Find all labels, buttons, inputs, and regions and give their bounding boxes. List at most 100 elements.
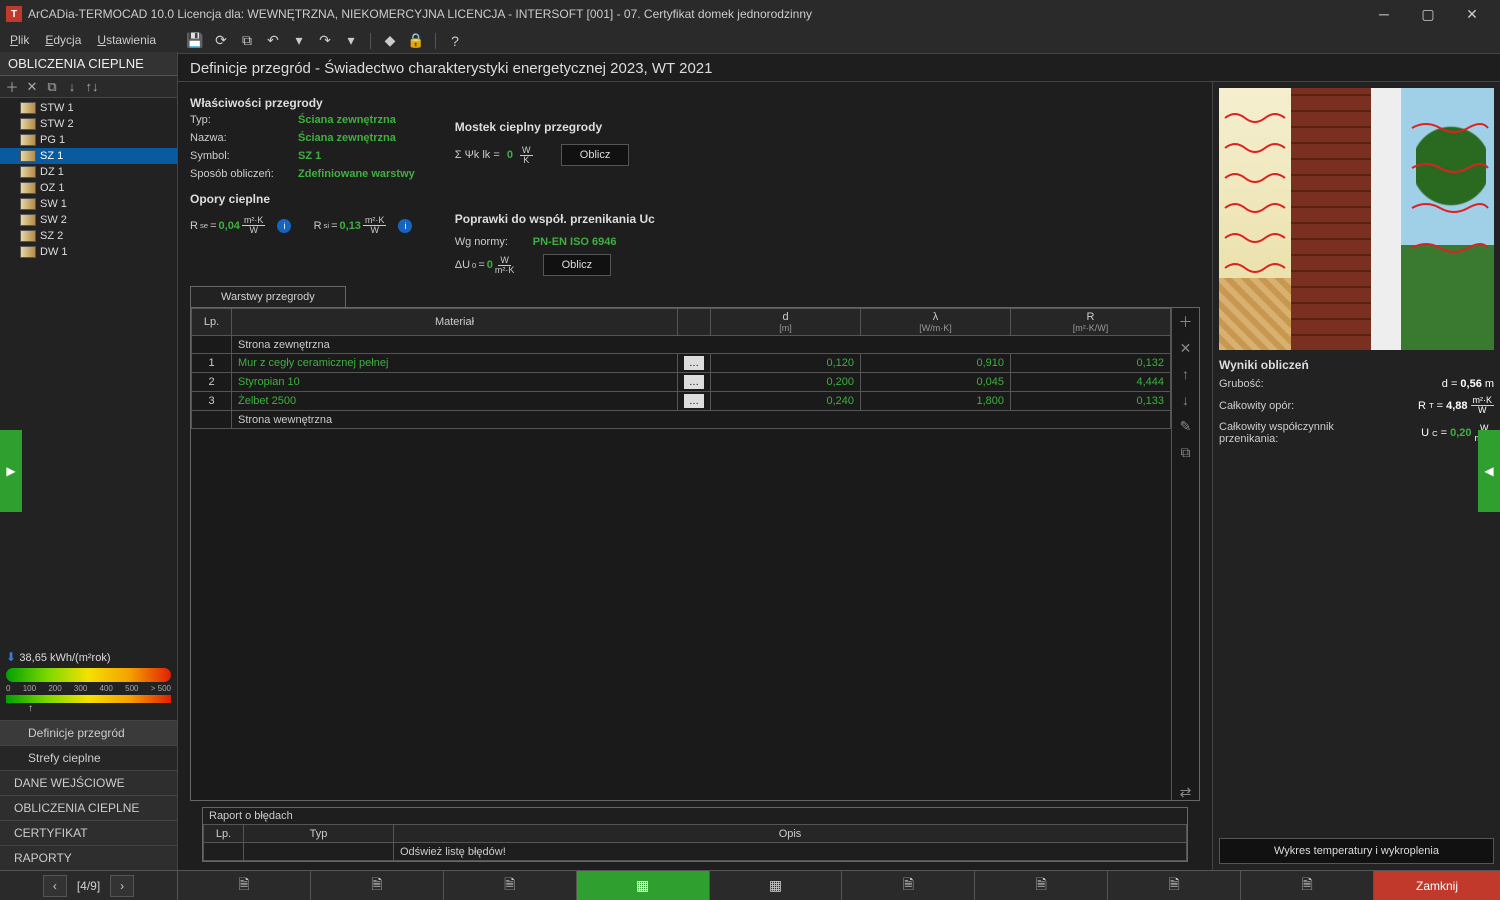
duplicate-icon[interactable]: ⧉	[44, 79, 60, 95]
step-9[interactable]: 🗎	[1241, 871, 1374, 900]
value-sposob[interactable]: Zdefiniowane warstwy	[298, 168, 415, 180]
tree-item[interactable]: PG 1	[0, 132, 177, 148]
table-row[interactable]: 1Mur z cegły ceramicznej pełnej … 0,1200…	[192, 354, 1171, 373]
add-row-icon[interactable]: ＋	[1178, 314, 1194, 330]
material-picker-button[interactable]: …	[684, 375, 704, 389]
oblicz-du-button[interactable]: Oblicz	[543, 254, 612, 276]
results-heading: Wyniki obliczeń	[1219, 358, 1494, 372]
info-icon[interactable]: i	[398, 219, 412, 233]
title-bar: T ArCADia-TERMOCAD 10.0 Licencja dla: WE…	[0, 0, 1500, 28]
step-8[interactable]: 🗎	[1108, 871, 1241, 900]
toolbar: 💾 ⟳ ⧉ ↶ ▾ ↷ ▾ ◆ 🔒 ?	[178, 28, 1500, 54]
tree-item[interactable]: OZ 1	[0, 180, 177, 196]
tree-item[interactable]: SW 1	[0, 196, 177, 212]
step-4-active[interactable]: ▦	[577, 871, 710, 900]
energy-indicator: ⬇ 38,65 kWh/(m²rok) 0100200300400500> 50…	[0, 644, 177, 720]
step-7[interactable]: 🗎	[975, 871, 1108, 900]
tree-item[interactable]: DW 1	[0, 244, 177, 260]
col-d: d[m]	[711, 309, 861, 336]
value-opor: RT = 4,88 m²·KW	[1418, 396, 1494, 415]
redo-dropdown-icon[interactable]: ▾	[342, 32, 360, 50]
minimize-button[interactable]: ─	[1362, 0, 1406, 28]
error-report: Raport o błędach Lp.TypOpis Odśwież list…	[202, 807, 1188, 862]
partition-icon	[20, 230, 36, 242]
settings-icon[interactable]: ⇄	[1178, 784, 1194, 800]
error-row[interactable]: Odśwież listę błędów!	[204, 843, 1187, 861]
lock-icon[interactable]: 🔒	[407, 32, 425, 50]
undo-icon[interactable]: ↶	[264, 32, 282, 50]
tree-item[interactable]: DZ 1	[0, 164, 177, 180]
du-formula: ΔU0 = 0 Wm²·K	[455, 256, 515, 275]
material-picker-button[interactable]: …	[684, 394, 704, 408]
tree-item[interactable]: STW 1	[0, 100, 177, 116]
nav-obliczenia[interactable]: OBLICZENIA CIEPLNE	[0, 795, 177, 820]
undo-dropdown-icon[interactable]: ▾	[290, 32, 308, 50]
table-row[interactable]: 3Żelbet 2500 … 0,2401,8000,133	[192, 392, 1171, 411]
col-material: Materiał	[232, 309, 678, 336]
copy-row-icon[interactable]: ⧉	[1178, 444, 1194, 460]
tree-item[interactable]: STW 2	[0, 116, 177, 132]
step-2[interactable]: 🗎	[311, 871, 444, 900]
redo-icon[interactable]: ↷	[316, 32, 334, 50]
prev-page-button[interactable]: ‹	[43, 875, 67, 897]
move-up-icon[interactable]: ↑	[1178, 366, 1194, 382]
next-page-button[interactable]: ›	[110, 875, 134, 897]
value-nazwa[interactable]: Ściana zewnętrzna	[298, 132, 396, 144]
step-1[interactable]: 🗎	[178, 871, 311, 900]
mostek-heading: Mostek cieplny przegrody	[455, 120, 655, 134]
material-picker-button[interactable]: …	[684, 356, 704, 370]
menu-settings[interactable]: Ustawienia	[97, 33, 156, 47]
nav-definicje[interactable]: Definicje przegród	[0, 720, 177, 745]
step-3[interactable]: 🗎	[444, 871, 577, 900]
library-icon[interactable]: ◆	[381, 32, 399, 50]
info-icon[interactable]: i	[277, 219, 291, 233]
nav-list: Definicje przegród Strefy cieplne DANE W…	[0, 720, 177, 870]
menu-edit[interactable]: Edycja	[45, 33, 81, 47]
save-icon[interactable]: 💾	[186, 32, 204, 50]
next-panel-arrow[interactable]: ◀	[1478, 430, 1500, 512]
delete-row-icon[interactable]: ✕	[1178, 340, 1194, 356]
tree-item[interactable]: SZ 2	[0, 228, 177, 244]
close-button[interactable]: Zamknij	[1374, 871, 1500, 900]
table-row[interactable]: 2Styropian 10 … 0,2000,0454,444	[192, 373, 1171, 392]
label-grubosc: Grubość:	[1219, 378, 1264, 390]
maximize-button[interactable]: ▢	[1406, 0, 1450, 28]
label-symbol: Symbol:	[190, 150, 290, 162]
sort-icon[interactable]: ↑↓	[84, 79, 100, 95]
layers-table: Lp. Materiał d[m] λ[W/m·K] R[m²·K/W] Str…	[191, 308, 1171, 429]
partition-icon	[20, 102, 36, 114]
down-icon[interactable]: ↓	[64, 79, 80, 95]
help-icon[interactable]: ?	[446, 32, 464, 50]
nav-strefy[interactable]: Strefy cieplne	[0, 745, 177, 770]
menu-file[interactable]: Plik	[10, 33, 29, 47]
refresh-icon[interactable]: ⟳	[212, 32, 230, 50]
partition-icon	[20, 182, 36, 194]
tree-toolbar: ＋ ✕ ⧉ ↓ ↑↓	[0, 76, 177, 98]
partition-icon	[20, 214, 36, 226]
energy-bar-2	[6, 695, 171, 703]
oblicz-mostek-button[interactable]: Oblicz	[561, 144, 630, 166]
step-5[interactable]: ▦	[710, 871, 843, 900]
add-icon[interactable]: ＋	[4, 79, 20, 95]
nav-dane[interactable]: DANE WEJŚCIOWE	[0, 770, 177, 795]
nav-raporty[interactable]: RAPORTY	[0, 845, 177, 870]
chart-button[interactable]: Wykres temperatury i wykroplenia	[1219, 838, 1494, 864]
tab-warstwy[interactable]: Warstwy przegrody	[190, 286, 346, 307]
prev-panel-arrow[interactable]: ▶	[0, 430, 22, 512]
value-wg[interactable]: PN-EN ISO 6946	[533, 236, 617, 248]
energy-bar	[6, 668, 171, 682]
copy-icon[interactable]: ⧉	[238, 32, 256, 50]
value-symbol[interactable]: SZ 1	[298, 150, 321, 162]
delete-icon[interactable]: ✕	[24, 79, 40, 95]
edit-icon[interactable]: ✎	[1178, 418, 1194, 434]
table-row-outer: Strona zewnętrzna	[192, 336, 1171, 354]
tree-item-selected[interactable]: SZ 1	[0, 148, 177, 164]
tree-item[interactable]: SW 2	[0, 212, 177, 228]
step-6[interactable]: 🗎	[842, 871, 975, 900]
right-panel: Wyniki obliczeń Grubość:d = 0,56 m Całko…	[1212, 82, 1500, 870]
col-lp: Lp.	[192, 309, 232, 336]
toolbar-separator	[370, 33, 371, 49]
close-window-button[interactable]: ✕	[1450, 0, 1494, 28]
nav-certyfikat[interactable]: CERTYFIKAT	[0, 820, 177, 845]
move-down-icon[interactable]: ↓	[1178, 392, 1194, 408]
